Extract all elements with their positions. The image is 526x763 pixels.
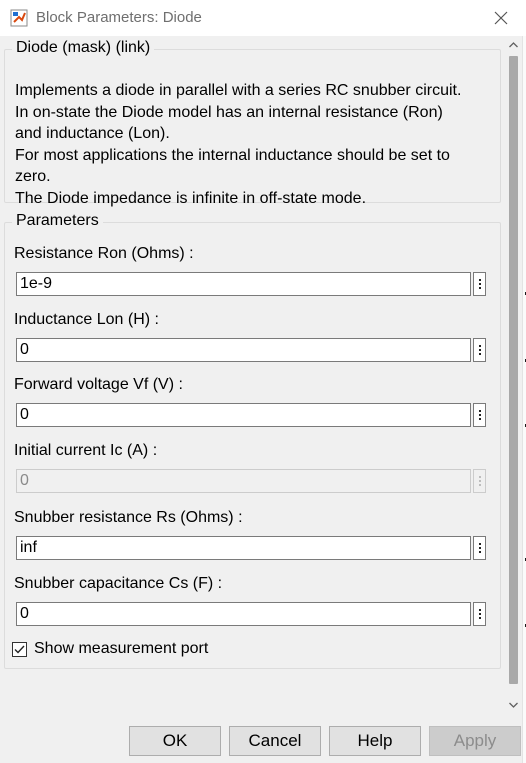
close-icon: [494, 11, 508, 25]
snubber-resistance-menu-button[interactable]: [473, 536, 486, 560]
description-line: The Diode impedance is infinite in off-s…: [15, 189, 367, 207]
description-text: Implements a diode in parallel with a se…: [15, 80, 495, 209]
forward-voltage-menu-button[interactable]: [473, 403, 486, 427]
close-button[interactable]: [488, 6, 514, 30]
resistance-ron-input[interactable]: 1e-9: [16, 272, 471, 296]
checkmark-icon: [14, 645, 25, 654]
snubber-capacitance-input[interactable]: 0: [16, 602, 471, 626]
snubber-resistance-label: Snubber resistance Rs (Ohms) :: [14, 509, 243, 526]
window-edge: [522, 36, 526, 763]
description-line: For most applications the internal induc…: [15, 146, 450, 164]
inductance-lon-label: Inductance Lon (H) :: [14, 311, 159, 328]
description-legend: Diode (mask) (link): [12, 39, 155, 57]
forward-voltage-label: Forward voltage Vf (V) :: [14, 376, 183, 393]
resistance-ron-menu-button[interactable]: [473, 272, 486, 296]
scroll-down-arrow-icon[interactable]: [505, 698, 522, 712]
show-measurement-port-checkbox[interactable]: [12, 642, 27, 657]
initial-current-label: Initial current Ic (A) :: [14, 442, 158, 459]
vertical-scrollbar[interactable]: [505, 36, 522, 716]
title-bar: Block Parameters: Diode: [0, 0, 526, 37]
description-line: In on-state the Diode model has an inter…: [15, 103, 443, 121]
snubber-capacitance-label: Snubber capacitance Cs (F) :: [14, 575, 223, 592]
description-line: and inductance (Lon).: [15, 125, 170, 142]
inductance-lon-menu-button[interactable]: [473, 338, 486, 362]
description-group: Diode (mask) (link) Implements a diode i…: [4, 39, 501, 207]
snubber-capacitance-menu-button[interactable]: [473, 602, 486, 626]
window-title: Block Parameters: Diode: [36, 9, 202, 26]
dialog-body: Diode (mask) (link) Implements a diode i…: [0, 36, 526, 763]
description-line: Implements a diode in parallel with a se…: [15, 82, 462, 99]
ok-button[interactable]: OK: [129, 726, 221, 756]
apply-button: Apply: [429, 726, 521, 756]
cancel-button[interactable]: Cancel: [229, 726, 321, 756]
scroll-up-arrow-icon[interactable]: [505, 38, 522, 52]
initial-current-menu-button: [473, 469, 486, 493]
show-measurement-port-label[interactable]: Show measurement port: [34, 640, 208, 658]
scrollbar-thumb[interactable]: [509, 56, 518, 684]
simulink-block-icon: [10, 9, 28, 27]
initial-current-input: 0: [16, 469, 471, 493]
parameters-legend: Parameters: [12, 212, 103, 230]
help-button[interactable]: Help: [329, 726, 421, 756]
inductance-lon-input[interactable]: 0: [16, 338, 471, 362]
description-line: zero.: [15, 168, 51, 185]
snubber-resistance-input[interactable]: inf: [16, 536, 471, 560]
forward-voltage-input[interactable]: 0: [16, 403, 471, 427]
resistance-ron-label: Resistance Ron (Ohms) :: [14, 245, 194, 262]
